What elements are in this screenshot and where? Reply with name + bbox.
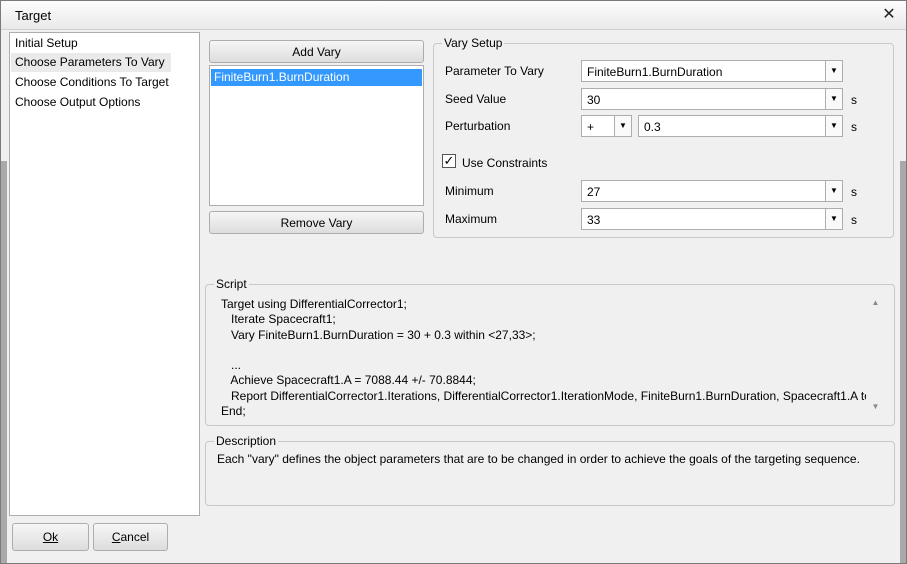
script-scrollbar[interactable]: ▲ ▼ (867, 294, 884, 416)
maximum-unit: s (851, 213, 857, 227)
chevron-down-icon[interactable]: ▼ (614, 116, 631, 136)
seed-value-label: Seed Value (445, 92, 507, 106)
chevron-down-icon[interactable]: ▼ (825, 89, 842, 109)
step-choose-parameters[interactable]: Choose Parameters To Vary (11, 53, 171, 72)
perturbation-unit: s (851, 120, 857, 134)
add-vary-button[interactable]: Add Vary (209, 40, 424, 63)
ok-button[interactable]: Ok (12, 523, 89, 551)
add-vary-label: Add Vary (292, 45, 341, 59)
parameter-to-vary-value: FiniteBurn1.BurnDuration (587, 65, 723, 79)
step-choose-output[interactable]: Choose Output Options (11, 93, 140, 112)
scroll-down-icon[interactable]: ▼ (867, 400, 884, 414)
vary-setup-legend: Vary Setup (444, 36, 503, 50)
seed-value-input[interactable]: 30 ▼ (581, 88, 843, 110)
chevron-down-icon[interactable]: ▼ (825, 181, 842, 201)
minimum-value: 27 (587, 185, 601, 199)
maximum-value: 33 (587, 213, 601, 227)
use-constraints-checkbox[interactable]: ✓ (442, 154, 456, 168)
vary-list-item[interactable]: FiniteBurn1.BurnDuration (211, 69, 422, 86)
perturbation-sign-value: + (587, 120, 595, 134)
title-bar[interactable]: Target ✕ (1, 1, 906, 30)
description-group: Description (205, 434, 895, 506)
window-edge-right (900, 161, 906, 563)
perturbation-value-input[interactable]: 0.3 ▼ (638, 115, 843, 137)
target-dialog: Target ✕ Initial Setup Choose Parameters… (0, 0, 907, 564)
parameter-to-vary-dropdown[interactable]: FiniteBurn1.BurnDuration ▼ (581, 60, 843, 82)
perturbation-label: Perturbation (445, 119, 511, 133)
perturbation-value-value: 0.3 (644, 120, 661, 134)
use-constraints-label[interactable]: Use Constraints (462, 156, 547, 170)
vary-list[interactable]: FiniteBurn1.BurnDuration (209, 65, 424, 206)
minimum-input[interactable]: 27 ▼ (581, 180, 843, 202)
description-text: Each "vary" defines the object parameter… (217, 452, 860, 466)
maximum-input[interactable]: 33 ▼ (581, 208, 843, 230)
remove-vary-label: Remove Vary (280, 216, 353, 230)
maximum-label: Maximum (445, 212, 498, 226)
seed-value-unit: s (851, 93, 857, 107)
close-icon[interactable]: ✕ (880, 7, 898, 24)
chevron-down-icon[interactable]: ▼ (825, 61, 842, 81)
description-legend: Description (216, 434, 277, 448)
checkmark-icon: ✓ (443, 153, 455, 168)
window-title: Target (15, 8, 52, 23)
perturbation-sign-dropdown[interactable]: + ▼ (581, 115, 632, 137)
script-legend: Script (216, 277, 247, 291)
steps-list[interactable]: Initial Setup Choose Parameters To Vary … (9, 32, 200, 516)
scroll-up-icon[interactable]: ▲ (867, 296, 884, 310)
step-initial-setup[interactable]: Initial Setup (11, 34, 78, 53)
parameter-to-vary-label: Parameter To Vary (445, 64, 544, 78)
ok-label: Ok (42, 530, 59, 544)
chevron-down-icon[interactable]: ▼ (825, 116, 842, 136)
minimum-label: Minimum (445, 184, 494, 198)
minimum-unit: s (851, 185, 857, 199)
script-text[interactable]: Target using DifferentialCorrector1; Ite… (221, 297, 866, 419)
window-edge-left (1, 161, 7, 563)
seed-value-value: 30 (587, 93, 601, 107)
step-choose-conditions[interactable]: Choose Conditions To Target (11, 73, 169, 92)
cancel-label: Cancel (111, 530, 150, 544)
cancel-button[interactable]: Cancel (93, 523, 168, 551)
remove-vary-button[interactable]: Remove Vary (209, 211, 424, 234)
chevron-down-icon[interactable]: ▼ (825, 209, 842, 229)
